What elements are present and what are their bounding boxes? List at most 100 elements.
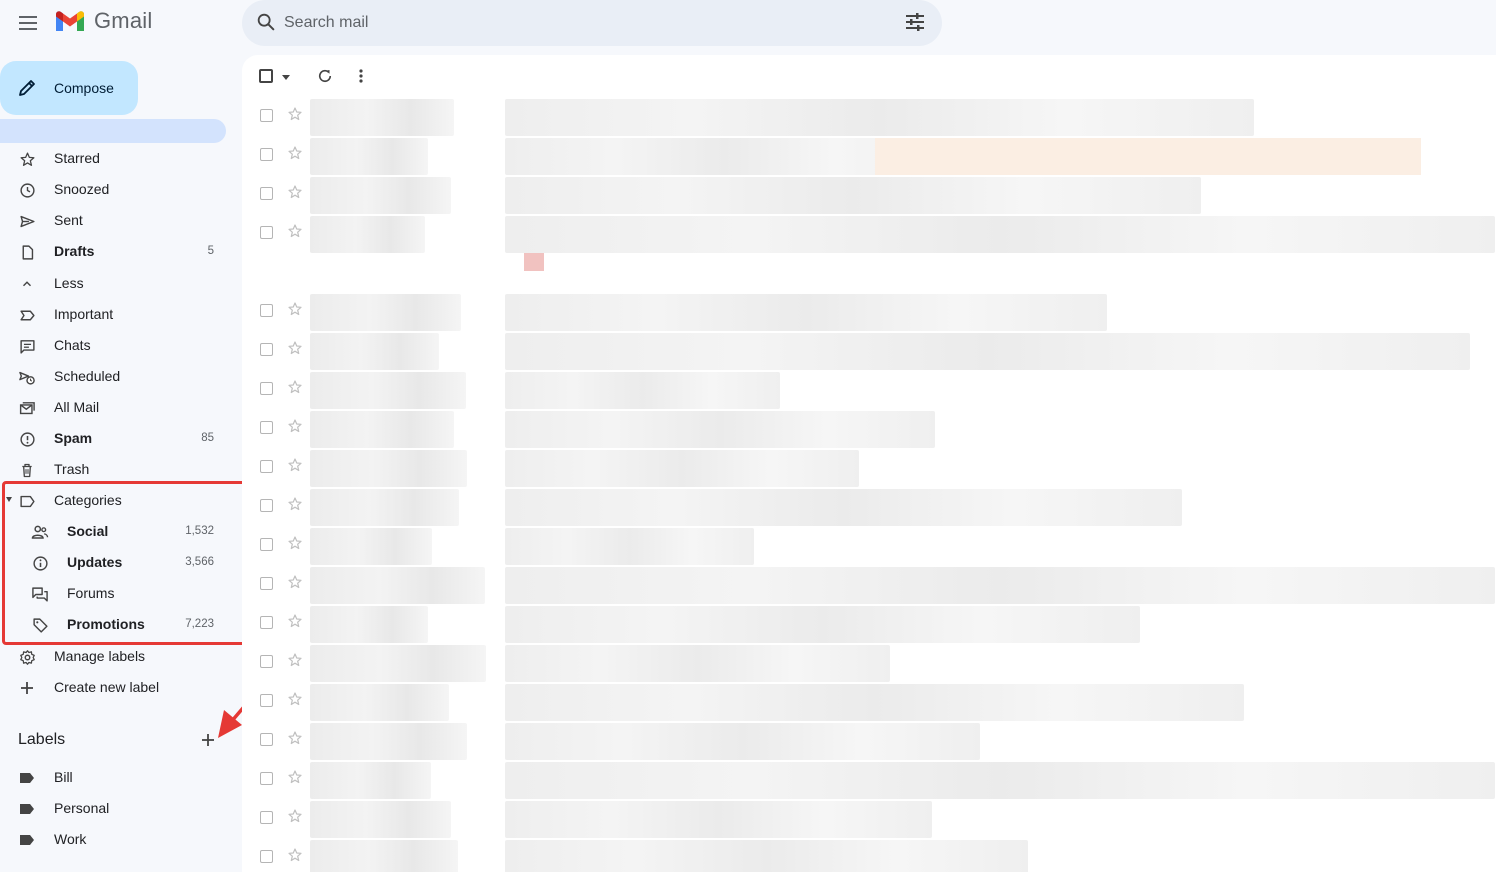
obscured-subject — [505, 528, 754, 565]
row-checkbox[interactable] — [260, 811, 273, 824]
row-checkbox[interactable] — [260, 616, 273, 629]
row-checkbox[interactable] — [260, 655, 273, 668]
email-row[interactable] — [242, 526, 1496, 565]
email-row[interactable] — [242, 721, 1496, 760]
star-icon[interactable] — [287, 613, 303, 634]
row-checkbox[interactable] — [260, 148, 273, 161]
email-row[interactable] — [242, 760, 1496, 799]
email-row[interactable] — [242, 604, 1496, 643]
star-icon[interactable] — [287, 574, 303, 595]
star-icon[interactable] — [287, 184, 303, 205]
email-row[interactable] — [242, 175, 1496, 214]
star-icon[interactable] — [287, 106, 303, 127]
create-label-button[interactable] — [198, 730, 218, 750]
star-icon[interactable] — [287, 457, 303, 478]
email-row[interactable] — [242, 643, 1496, 682]
chevron-up-icon — [18, 275, 36, 293]
row-checkbox[interactable] — [260, 460, 273, 473]
sidebar-item-all-mail[interactable]: All Mail — [0, 392, 226, 422]
obscured-sender — [310, 762, 431, 799]
sidebar-item-drafts[interactable]: Drafts 5 — [0, 236, 226, 266]
main-menu-button[interactable] — [12, 7, 44, 39]
email-row[interactable] — [242, 370, 1496, 409]
row-checkbox[interactable] — [260, 850, 273, 863]
row-checkbox[interactable] — [260, 577, 273, 590]
sidebar-item-categories[interactable]: Categories — [0, 485, 226, 515]
star-icon[interactable] — [287, 496, 303, 517]
star-icon[interactable] — [287, 418, 303, 439]
sidebar-item-label: Snoozed — [54, 181, 110, 197]
star-icon[interactable] — [287, 145, 303, 166]
sidebar-item-chats[interactable]: Chats — [0, 330, 226, 360]
row-checkbox[interactable] — [260, 343, 273, 356]
star-icon[interactable] — [287, 340, 303, 361]
email-row[interactable] — [242, 799, 1496, 838]
search-input[interactable] — [284, 8, 884, 38]
sidebar-item-sent[interactable]: Sent — [0, 205, 226, 235]
expand-arrow-icon[interactable] — [6, 497, 12, 502]
sidebar-item-social[interactable]: Social 1,532 — [0, 516, 226, 546]
star-icon[interactable] — [287, 652, 303, 673]
sidebar-item-spam[interactable]: Spam 85 — [0, 423, 226, 453]
star-icon[interactable] — [287, 535, 303, 556]
row-checkbox[interactable] — [260, 694, 273, 707]
row-checkbox[interactable] — [260, 187, 273, 200]
sidebar-label-personal[interactable]: Personal — [0, 793, 226, 823]
row-checkbox[interactable] — [260, 733, 273, 746]
email-row[interactable] — [242, 292, 1496, 331]
row-checkbox[interactable] — [260, 304, 273, 317]
gmail-logo[interactable]: Gmail — [54, 8, 152, 34]
star-icon[interactable] — [287, 730, 303, 751]
email-row[interactable] — [242, 97, 1496, 136]
email-row[interactable] — [242, 409, 1496, 448]
row-checkbox[interactable] — [260, 382, 273, 395]
row-checkbox[interactable] — [260, 109, 273, 122]
sidebar-item-create-new-label[interactable]: Create new label — [0, 672, 226, 702]
sidebar-item-updates[interactable]: Updates 3,566 — [0, 547, 226, 577]
sidebar-item-starred[interactable]: Starred — [0, 143, 226, 173]
email-row[interactable] — [242, 214, 1496, 253]
sidebar-item-forums[interactable]: Forums — [0, 578, 226, 608]
star-icon[interactable] — [287, 769, 303, 790]
more-vertical-icon[interactable] — [357, 67, 365, 85]
search-options-icon[interactable] — [904, 12, 926, 32]
sidebar-item-label: Categories — [54, 492, 122, 508]
sidebar-item-promotions[interactable]: Promotions 7,223 — [0, 609, 226, 639]
label-filled-icon — [18, 769, 36, 787]
sidebar-item-important[interactable]: Important — [0, 299, 226, 329]
select-dropdown-icon[interactable] — [282, 75, 290, 80]
compose-button[interactable]: Compose — [0, 61, 138, 115]
star-icon[interactable] — [287, 301, 303, 322]
sidebar-item-less[interactable]: Less — [0, 268, 226, 298]
sidebar-label-bill[interactable]: Bill — [0, 762, 226, 792]
sidebar-label-work[interactable]: Work — [0, 824, 226, 854]
sidebar-item-manage-labels[interactable]: Manage labels — [0, 641, 226, 671]
obscured-sender — [310, 723, 467, 760]
star-icon[interactable] — [287, 223, 303, 244]
email-row[interactable] — [242, 682, 1496, 721]
sidebar-item-snoozed[interactable]: Snoozed — [0, 174, 226, 204]
row-checkbox[interactable] — [260, 421, 273, 434]
row-checkbox[interactable] — [260, 772, 273, 785]
email-row[interactable] — [242, 331, 1496, 370]
star-icon[interactable] — [287, 847, 303, 868]
sidebar-item-scheduled[interactable]: Scheduled — [0, 361, 226, 391]
search-icon[interactable] — [255, 11, 277, 33]
refresh-icon[interactable] — [316, 67, 334, 85]
row-checkbox[interactable] — [260, 538, 273, 551]
email-row[interactable] — [242, 565, 1496, 604]
email-row[interactable] — [242, 487, 1496, 526]
row-checkbox[interactable] — [260, 499, 273, 512]
email-row[interactable] — [242, 448, 1496, 487]
label-filled-icon — [18, 831, 36, 849]
compose-label: Compose — [54, 80, 114, 96]
sidebar-item-inbox[interactable] — [0, 119, 226, 143]
star-icon[interactable] — [287, 808, 303, 829]
clock-icon — [18, 181, 36, 199]
star-icon[interactable] — [287, 379, 303, 400]
select-all-checkbox[interactable] — [259, 69, 273, 83]
star-icon[interactable] — [287, 691, 303, 712]
sidebar-item-trash[interactable]: Trash — [0, 454, 226, 484]
email-row[interactable] — [242, 838, 1496, 872]
row-checkbox[interactable] — [260, 226, 273, 239]
